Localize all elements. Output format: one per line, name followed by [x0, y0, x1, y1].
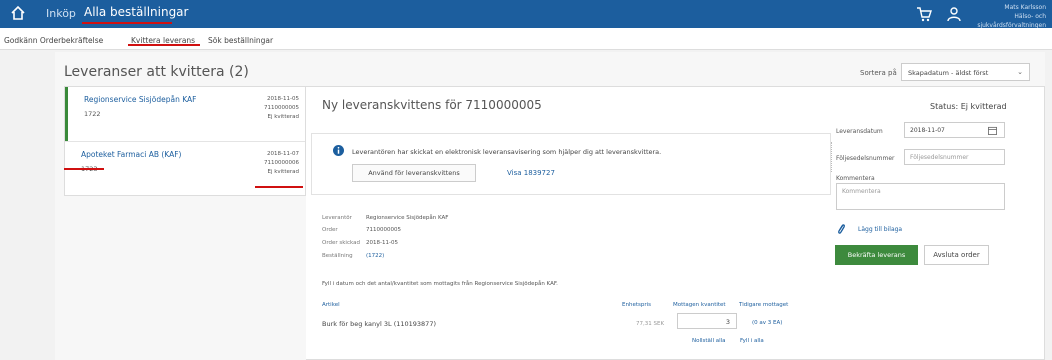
info-icon [333, 145, 344, 156]
confirm-delivery-button[interactable]: Bekräfta leverans [835, 245, 918, 265]
user-info[interactable]: Mats Karlsson Hälso- och sjukvårdsförval… [976, 3, 1046, 30]
page-title: Leveranser att kvittera (2) [64, 64, 249, 80]
user-icon[interactable] [946, 6, 962, 22]
foljesedel-input[interactable]: Följesedelsnummer [904, 149, 1005, 165]
delivery-list: Regionservice Sisjödepån KAF 1722 2018-1… [64, 86, 306, 196]
delivery-status: Ej kvitterad [267, 169, 299, 175]
subnav-godkann[interactable]: Godkänn Orderbekräftelse [4, 36, 103, 45]
visa-link[interactable]: Visa 1839727 [507, 169, 555, 177]
quantity-input[interactable]: 3 [677, 313, 737, 329]
label-order-skickad: Order skickad [322, 240, 360, 246]
home-icon[interactable] [10, 5, 26, 21]
add-attachment-link[interactable]: Lägg till bilaga [858, 226, 902, 233]
reset-all-link[interactable]: Nollställ alla [692, 338, 726, 344]
instruction-text: Fyll i datum och det antal/kvantitet som… [322, 281, 558, 287]
kommentera-label: Kommentera [836, 175, 875, 182]
delivery-status: Ej kvitterad [267, 114, 299, 120]
row-enhetspris: 77,31 SEK [636, 321, 665, 327]
nav-alla-bestallningar[interactable]: Alla beställningar [84, 5, 188, 19]
divider [831, 142, 832, 172]
chevron-down-icon: ⌄ [1017, 68, 1023, 76]
value-order-skickad: 2018-11-05 [366, 240, 398, 246]
status-badge: Status: Ej kvitterad [930, 102, 1007, 111]
detail-title: Ny leveranskvittens för 7110000005 [322, 98, 542, 112]
sort-select[interactable]: Skapadatum - äldst först ⌄ [901, 63, 1030, 81]
col-enhetspris: Enhetspris [622, 302, 651, 308]
sort-label: Sortera på [860, 69, 897, 77]
cart-icon[interactable] [916, 6, 932, 22]
apply-notice-button[interactable]: Använd för leveranskvittens [352, 164, 476, 182]
delivery-supplier: Regionservice Sisjödepån KAF [84, 95, 197, 104]
calendar-icon[interactable] [988, 126, 997, 135]
close-order-button[interactable]: Avsluta order [924, 245, 989, 265]
delivery-meta: 2018-11-07 7110000006 Ej kvitterad [264, 150, 299, 177]
label-bestallning: Beställning [322, 253, 353, 259]
delivery-date: 2018-11-05 [267, 96, 299, 102]
subnav-sok[interactable]: Sök beställningar [208, 36, 273, 45]
row-tidigare: (0 av 3 EA) [752, 320, 783, 326]
delivery-order: 7110000006 [264, 160, 299, 166]
fill-all-link[interactable]: Fyll i alla [740, 338, 764, 344]
delivery-date: 2018-11-07 [267, 151, 299, 157]
delivery-item[interactable]: Regionservice Sisjödepån KAF 1722 2018-1… [65, 87, 305, 141]
paperclip-icon [838, 224, 845, 234]
nav-inkop[interactable]: Inköp [46, 7, 76, 20]
leveransdatum-label: Leveransdatum [836, 128, 883, 135]
col-tidigare: Tidigare mottaget [739, 302, 789, 308]
user-name: Mats Karlsson [1004, 4, 1046, 11]
delivery-meta: 2018-11-05 7110000005 Ej kvitterad [264, 95, 299, 122]
info-text: Leverantören har skickat en elektronisk … [352, 148, 662, 156]
comment-field[interactable]: Kommentera [836, 183, 1005, 210]
delivery-order: 7110000005 [264, 105, 299, 111]
value-bestallning[interactable]: (1722) [366, 253, 384, 259]
col-mottagen: Mottagen kvantitet [673, 302, 726, 308]
sub-navigation: Godkänn Orderbekräftelse Kvittera levera… [0, 28, 1052, 50]
highlight-underline [64, 168, 104, 170]
col-artikel: Artikel [322, 302, 340, 308]
row-artikel: Burk för beg kanyl 3L (110193877) [322, 320, 436, 328]
delivery-number: 1722 [84, 110, 101, 118]
label-leverantor: Leverantör [322, 215, 352, 221]
value-leverantor: Regionservice Sisjödepån KAF [366, 215, 449, 221]
sort-select-value: Skapadatum - äldst först [908, 69, 989, 77]
highlight-underline [128, 44, 200, 46]
highlight-underline [82, 22, 172, 24]
foljesedel-label: Följesedelsnummer [836, 155, 895, 162]
delivery-supplier: Apoteket Farmaci AB (KAF) [81, 150, 182, 159]
highlight-underline [255, 186, 303, 188]
label-order: Order [322, 227, 338, 233]
value-order: 7110000005 [366, 227, 401, 233]
